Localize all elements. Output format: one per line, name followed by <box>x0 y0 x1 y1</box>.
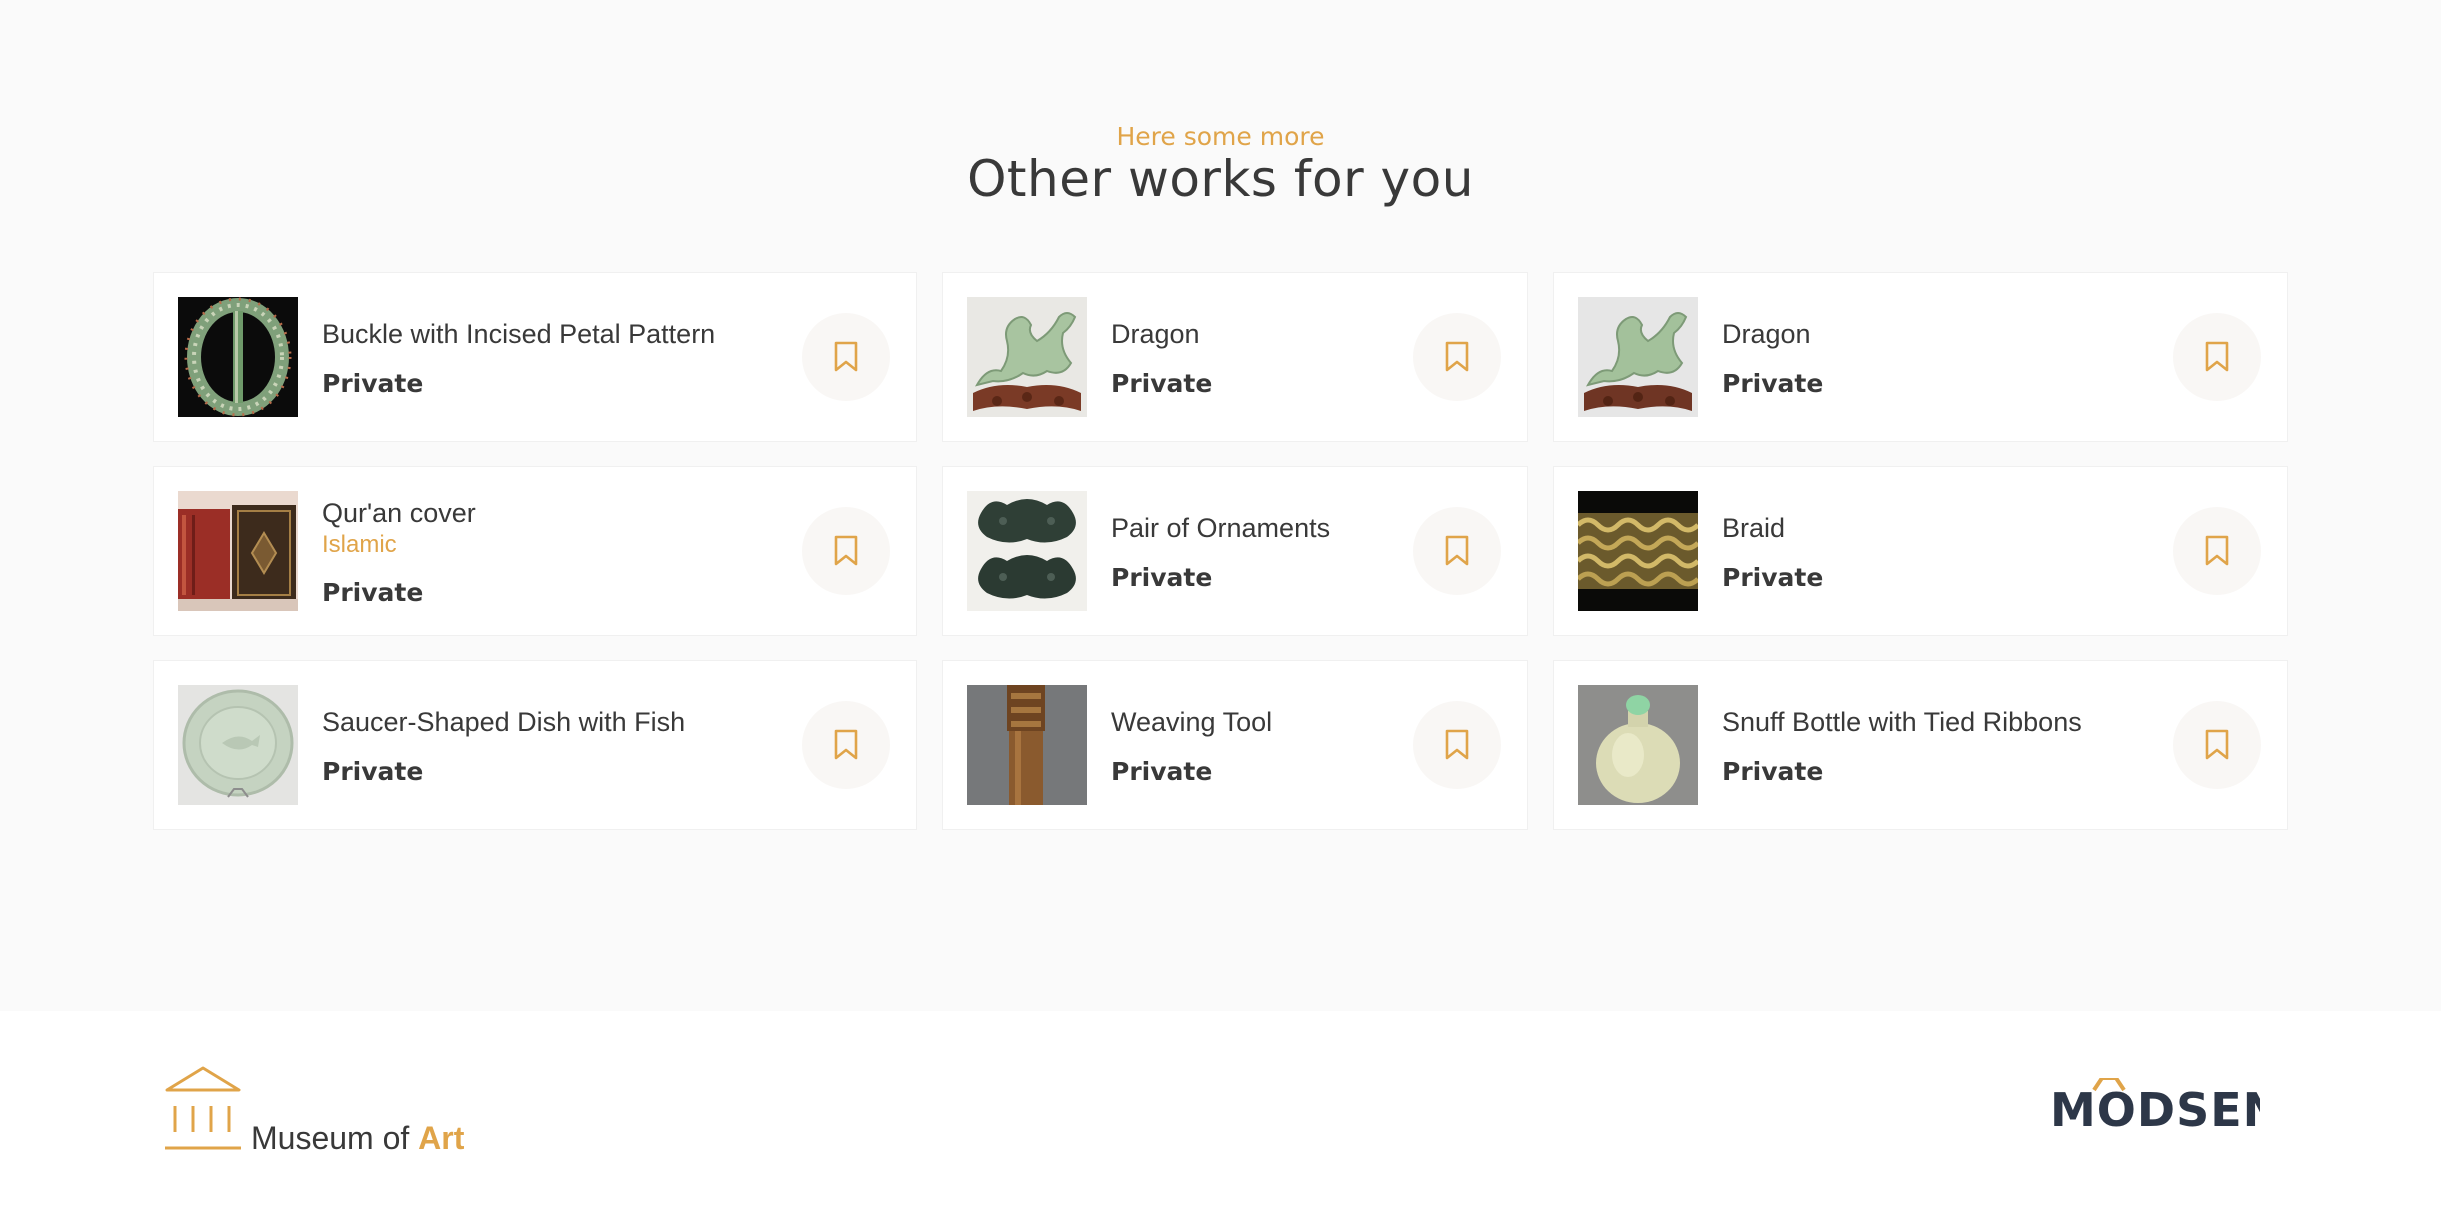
work-card[interactable]: Dragon Private <box>942 272 1528 442</box>
modsen-logo-text: MODSEN <box>2050 1083 2260 1130</box>
modsen-logo[interactable]: MODSEN <box>2050 1076 2281 1137</box>
work-status: Private <box>1722 756 1824 786</box>
other-works-section: Here some more Other works for you Buckl… <box>0 0 2441 1011</box>
work-title[interactable]: Dragon <box>1111 317 1212 351</box>
bookmark-icon <box>834 535 858 566</box>
work-status: Private <box>322 756 424 786</box>
bookmark-icon <box>834 341 858 372</box>
bookmark-icon <box>1445 341 1469 372</box>
work-title[interactable]: Weaving Tool <box>1111 705 1272 739</box>
bookmark-icon <box>2205 729 2229 760</box>
snuff-bottle-image[interactable] <box>1578 685 1698 805</box>
museum-logo-text[interactable]: Museum of Art <box>251 1120 464 1157</box>
bookmark-icon <box>1445 729 1469 760</box>
museum-logo-icon[interactable] <box>163 1066 243 1157</box>
buckle-image[interactable] <box>178 297 298 417</box>
work-subtitle: Islamic <box>322 530 397 558</box>
work-title[interactable]: Pair of Ornaments <box>1111 511 1330 545</box>
work-title[interactable]: Braid <box>1722 511 1823 545</box>
bookmark-button[interactable] <box>802 701 890 789</box>
work-title[interactable]: Buckle with Incised Petal Pattern <box>322 317 715 351</box>
bookmark-icon <box>2205 341 2229 372</box>
dragon-image[interactable] <box>1578 297 1698 417</box>
bookmark-icon <box>1445 535 1469 566</box>
bookmark-icon <box>2205 535 2229 566</box>
work-title[interactable]: Qur'an cover <box>322 496 476 530</box>
work-status: Private <box>1722 368 1824 398</box>
braid-image[interactable] <box>1578 491 1698 611</box>
work-status: Private <box>1111 562 1213 592</box>
work-status: Private <box>322 368 424 398</box>
bookmark-button[interactable] <box>2173 701 2261 789</box>
section-eyebrow: Here some more <box>1116 122 1325 151</box>
work-card[interactable]: Buckle with Incised Petal Pattern Privat… <box>153 272 917 442</box>
logo-accent: Art <box>418 1120 465 1156</box>
work-card[interactable]: Saucer-Shaped Dish with Fish Private <box>153 660 917 830</box>
bookmark-button[interactable] <box>1413 701 1501 789</box>
work-card[interactable]: Snuff Bottle with Tied Ribbons Private <box>1553 660 2288 830</box>
bookmark-button[interactable] <box>1413 507 1501 595</box>
work-card[interactable]: Weaving Tool Private <box>942 660 1528 830</box>
dish-image[interactable] <box>178 685 298 805</box>
work-status: Private <box>1111 368 1213 398</box>
weaving-tool-image[interactable] <box>967 685 1087 805</box>
bookmark-icon <box>834 729 858 760</box>
bookmark-button[interactable] <box>802 507 890 595</box>
work-title[interactable]: Saucer-Shaped Dish with Fish <box>322 705 685 739</box>
quran-cover-image[interactable] <box>178 491 298 611</box>
work-card[interactable]: Dragon Private <box>1553 272 2288 442</box>
ornaments-image[interactable] <box>967 491 1087 611</box>
bookmark-button[interactable] <box>802 313 890 401</box>
dragon-image[interactable] <box>967 297 1087 417</box>
bookmark-button[interactable] <box>2173 507 2261 595</box>
section-heading: Other works for you <box>967 150 1474 208</box>
bookmark-button[interactable] <box>2173 313 2261 401</box>
work-status: Private <box>1722 562 1824 592</box>
logo-prefix: Museum of <box>251 1120 419 1156</box>
bookmark-button[interactable] <box>1413 313 1501 401</box>
work-card[interactable]: Pair of Ornaments Private <box>942 466 1528 636</box>
work-status: Private <box>1111 756 1213 786</box>
works-grid: Buckle with Incised Petal Pattern Privat… <box>153 272 2288 830</box>
work-card[interactable]: Qur'an cover Islamic Private <box>153 466 917 636</box>
work-status: Private <box>322 577 424 607</box>
work-title[interactable]: Dragon <box>1722 317 1823 351</box>
work-title[interactable]: Snuff Bottle with Tied Ribbons <box>1722 705 2082 739</box>
work-card[interactable]: Braid Private <box>1553 466 2288 636</box>
